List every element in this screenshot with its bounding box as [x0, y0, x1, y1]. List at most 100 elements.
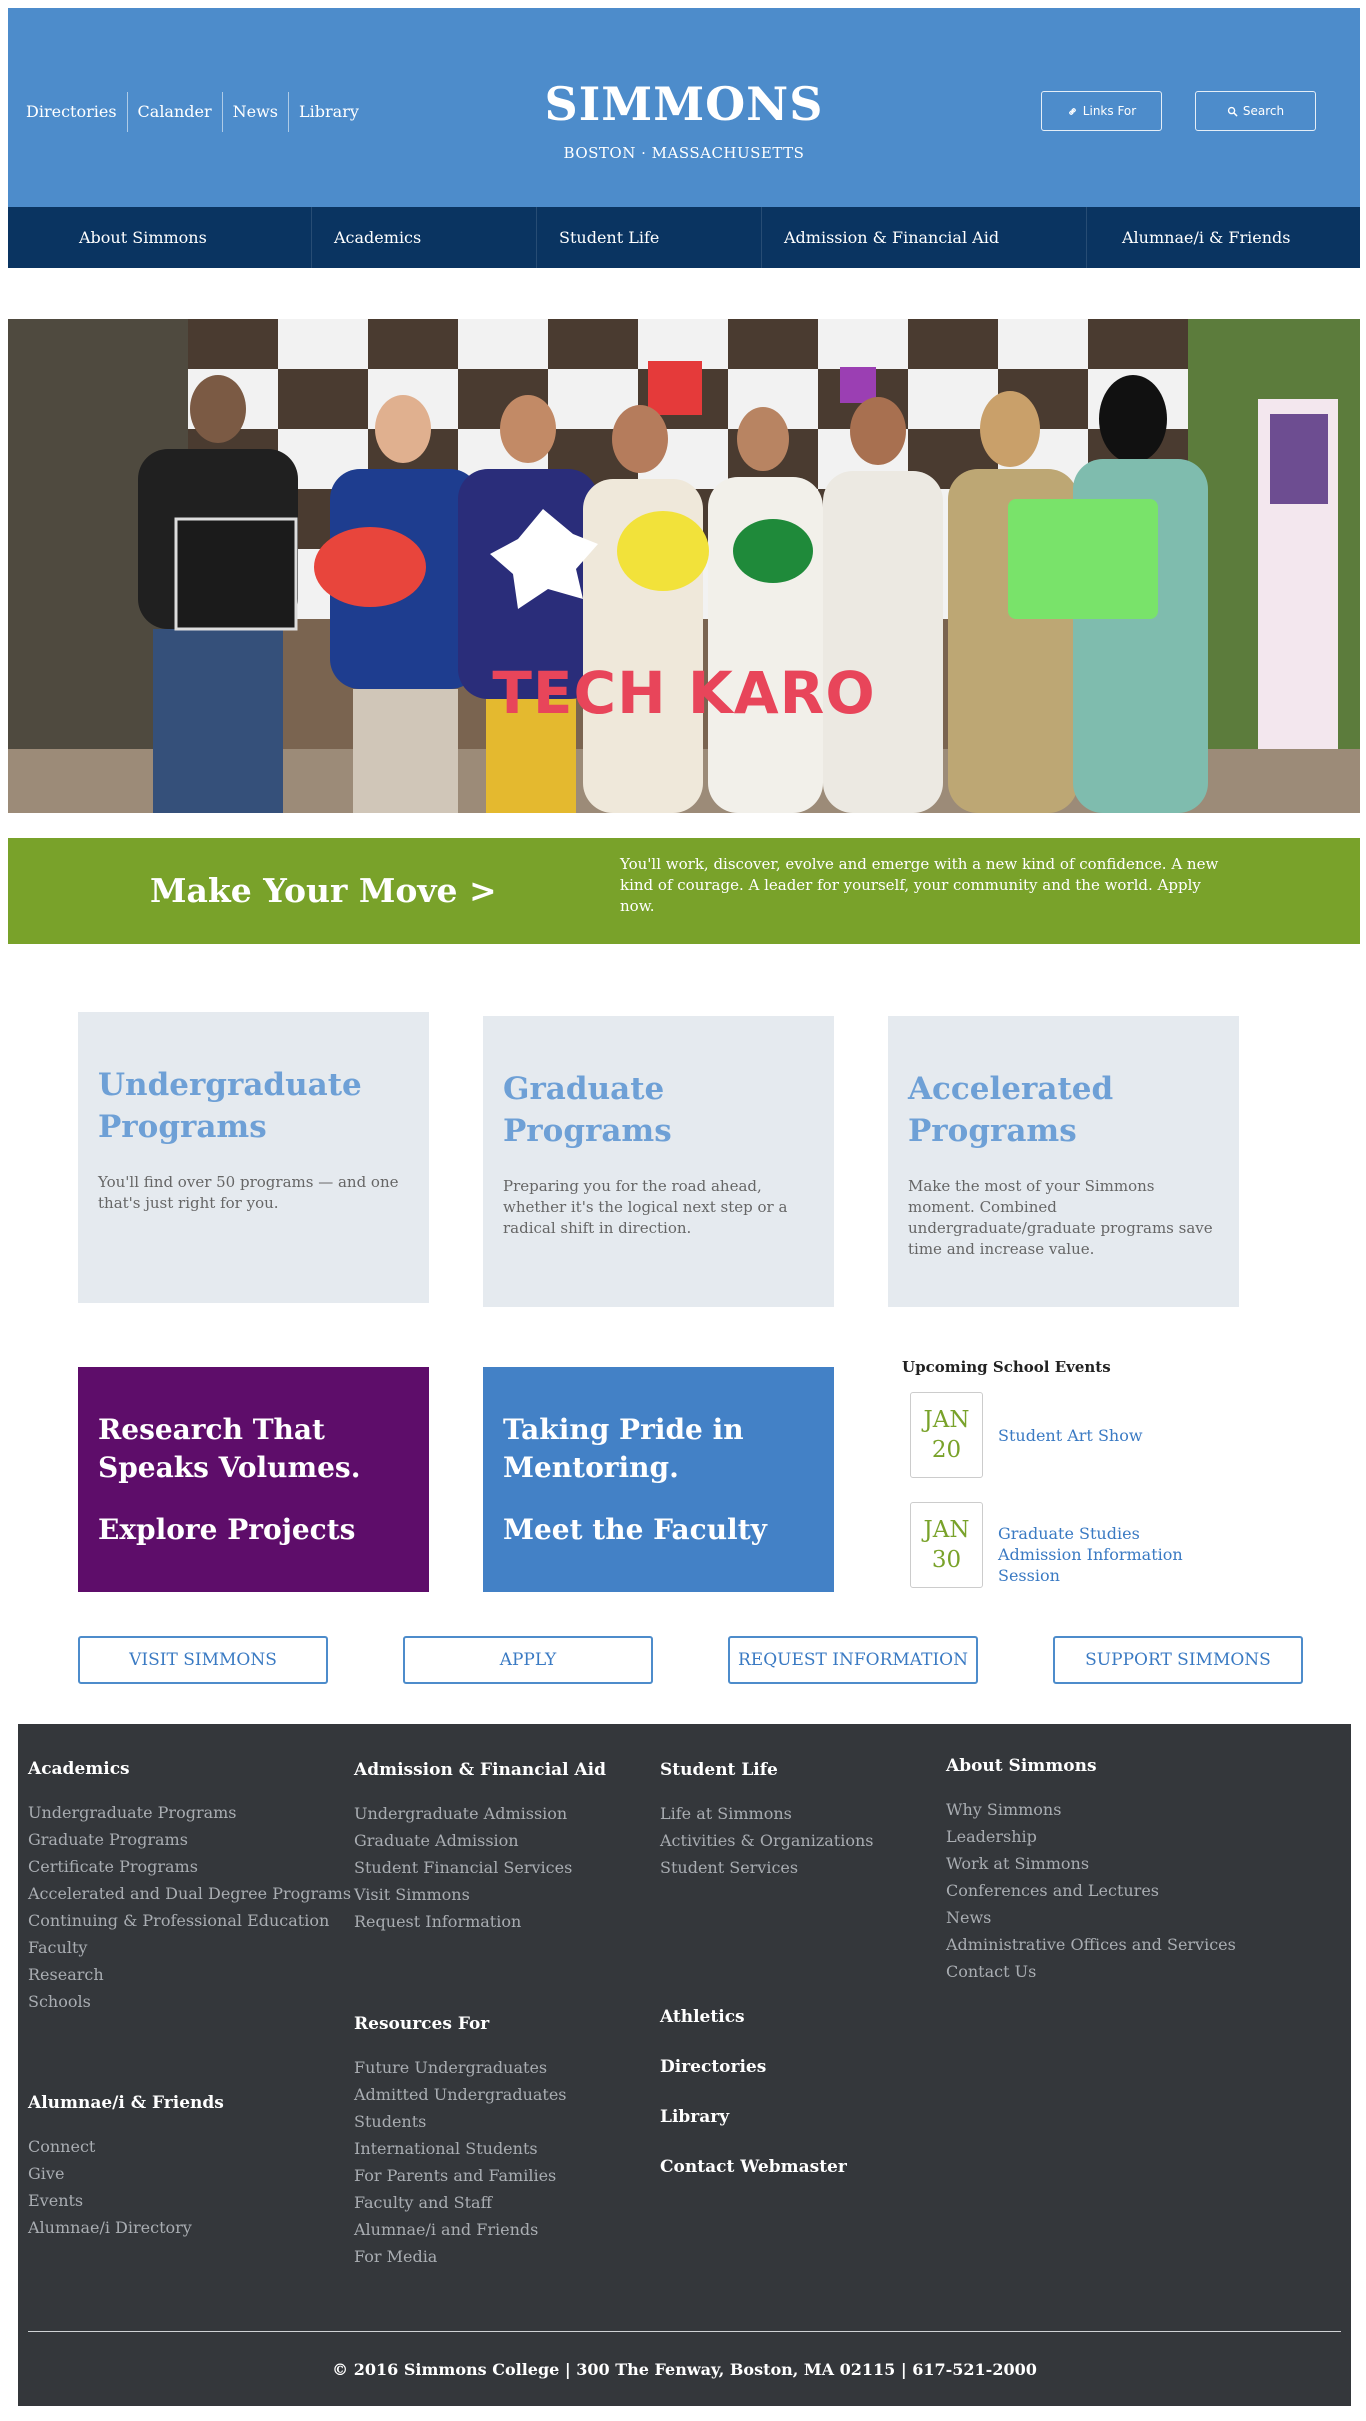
event-title-link[interactable]: Student Art Show	[998, 1425, 1198, 1446]
footer-link[interactable]: Life at Simmons	[660, 1800, 874, 1827]
footer-link[interactable]: News	[946, 1904, 1236, 1931]
event-date: JAN 30	[910, 1502, 983, 1588]
footer-link[interactable]: Research	[28, 1961, 351, 1988]
footer-link[interactable]: Future Undergraduates	[354, 2054, 567, 2081]
footer-heading[interactable]: Student Life	[660, 1758, 874, 1782]
footer-link[interactable]: Faculty	[28, 1934, 351, 1961]
footer-link[interactable]: Accelerated and Dual Degree Programs	[28, 1880, 351, 1907]
nav-item-about[interactable]: About Simmons	[8, 207, 311, 268]
footer-link-directories[interactable]: Directories	[660, 2057, 766, 2077]
program-card-accelerated[interactable]: Accelerated Programs Make the most of yo…	[888, 1016, 1239, 1307]
footer-col-resources: Resources For Future Undergraduates Admi…	[354, 2012, 567, 2270]
footer-link[interactable]: Schools	[28, 1988, 351, 2015]
footer-link[interactable]: Student Financial Services	[354, 1854, 606, 1881]
footer-link[interactable]: International Students	[354, 2135, 567, 2162]
footer-col-admission: Admission & Financial Aid Undergraduate …	[354, 1758, 606, 1935]
explore-projects-link[interactable]: Explore Projects	[98, 1511, 409, 1549]
footer-heading[interactable]: Alumnae/i & Friends	[28, 2091, 224, 2115]
footer-heading: Resources For	[354, 2014, 490, 2034]
footer-copyright: © 2016 Simmons College | 300 The Fenway,…	[332, 2360, 1037, 2379]
main-nav: About Simmons Academics Student Life Adm…	[8, 207, 1360, 268]
search-label: Search	[1242, 104, 1285, 118]
footer-link[interactable]: Contact Us	[946, 1958, 1236, 1985]
program-card-title: Graduate Programs	[503, 1071, 672, 1149]
footer-link[interactable]: Undergraduate Admission	[354, 1800, 606, 1827]
footer-heading[interactable]: Academics	[28, 1757, 351, 1781]
footer-link[interactable]: Visit Simmons	[354, 1881, 606, 1908]
footer-heading[interactable]: Admission & Financial Aid	[354, 1758, 606, 1782]
footer-link[interactable]: Leadership	[946, 1823, 1236, 1850]
nav-item-student-life[interactable]: Student Life	[536, 207, 761, 268]
footer-link[interactable]: Administrative Offices and Services	[946, 1931, 1236, 1958]
nav-item-academics[interactable]: Academics	[311, 207, 536, 268]
link-icon	[1068, 107, 1076, 115]
footer-link[interactable]: Activities & Organizations	[660, 1827, 874, 1854]
footer-link[interactable]: Request Information	[354, 1908, 606, 1935]
footer-heading[interactable]: About Simmons	[946, 1754, 1236, 1778]
footer-col-academics: Academics Undergraduate Programs Graduat…	[28, 1757, 351, 2015]
footer-link[interactable]: Alumnae/i Directory	[28, 2214, 224, 2241]
footer-col-alumni: Alumnae/i & Friends Connect Give Events …	[28, 2091, 224, 2241]
footer-link[interactable]: Graduate Admission	[354, 1827, 606, 1854]
site-header: Directories Calander News Library SIMMON…	[8, 8, 1360, 207]
research-feature[interactable]: Research That Speaks Volumes. Explore Pr…	[78, 1367, 429, 1592]
footer-link[interactable]: Alumnae/i and Friends	[354, 2216, 567, 2243]
footer-link[interactable]: Work at Simmons	[946, 1850, 1236, 1877]
event-item[interactable]: JAN 20 Student Art Show	[910, 1392, 1143, 1478]
footer-link-library[interactable]: Library	[660, 2107, 729, 2127]
footer-divider	[28, 2331, 1341, 2332]
footer-link[interactable]: Connect	[28, 2133, 224, 2160]
program-card-title: Undergraduate Programs	[98, 1067, 362, 1145]
search-button[interactable]: Search	[1195, 91, 1316, 131]
nav-item-alumni[interactable]: Alumnae/i & Friends	[1086, 207, 1360, 268]
site-footer: Academics Undergraduate Programs Graduat…	[18, 1724, 1351, 2406]
footer-link[interactable]: Why Simmons	[946, 1796, 1236, 1823]
footer-link[interactable]: Give	[28, 2160, 224, 2187]
footer-link-athletics[interactable]: Athletics	[660, 2007, 745, 2027]
program-card-text: You'll find over 50 programs — and one t…	[98, 1173, 399, 1212]
cta-title-link[interactable]: Make Your Move >	[150, 838, 497, 944]
footer-link[interactable]: For Parents and Families	[354, 2162, 567, 2189]
visit-simmons-button[interactable]: VISIT SIMMONS	[78, 1636, 328, 1684]
program-card-text: Preparing you for the road ahead, whethe…	[503, 1177, 788, 1237]
research-title: Research That Speaks Volumes.	[98, 1413, 361, 1484]
event-date: JAN 20	[910, 1392, 983, 1478]
footer-link[interactable]: Students	[354, 2108, 567, 2135]
mentoring-feature[interactable]: Taking Pride in Mentoring. Meet the Facu…	[483, 1367, 834, 1592]
footer-link[interactable]: Conferences and Lectures	[946, 1877, 1236, 1904]
footer-col-student-life: Student Life Life at Simmons Activities …	[660, 1758, 874, 1881]
request-information-button[interactable]: REQUEST INFORMATION	[728, 1636, 978, 1684]
mentoring-title: Taking Pride in Mentoring.	[503, 1413, 744, 1484]
footer-link[interactable]: Faculty and Staff	[354, 2189, 567, 2216]
brand-subtitle: BOSTON · MASSACHUSETTS	[563, 144, 805, 162]
event-day: 20	[931, 1437, 962, 1463]
event-month: JAN	[923, 1517, 970, 1543]
program-card-title: Accelerated Programs	[908, 1071, 1114, 1149]
footer-link[interactable]: For Media	[354, 2243, 567, 2270]
support-simmons-button[interactable]: SUPPORT SIMMONS	[1053, 1636, 1303, 1684]
footer-link[interactable]: Continuing & Professional Education	[28, 1907, 351, 1934]
event-day: 30	[931, 1547, 962, 1573]
footer-link[interactable]: Graduate Programs	[28, 1826, 351, 1853]
links-for-button[interactable]: Links For	[1041, 91, 1162, 131]
event-title-link[interactable]: Graduate Studies Admission Information S…	[998, 1523, 1198, 1586]
footer-link-contact-webmaster[interactable]: Contact Webmaster	[660, 2157, 847, 2177]
footer-link[interactable]: Student Services	[660, 1854, 874, 1881]
meet-faculty-link[interactable]: Meet the Faculty	[503, 1511, 814, 1549]
nav-item-admission[interactable]: Admission & Financial Aid	[761, 207, 1086, 268]
apply-button[interactable]: APPLY	[403, 1636, 653, 1684]
program-card-undergraduate[interactable]: Undergraduate Programs You'll find over …	[78, 1012, 429, 1303]
links-for-label: Links For	[1082, 104, 1137, 118]
footer-col-about: About Simmons Why Simmons Leadership Wor…	[946, 1754, 1236, 1985]
event-item[interactable]: JAN 30 Graduate Studies Admission Inform…	[910, 1502, 1183, 1588]
footer-link[interactable]: Undergraduate Programs	[28, 1799, 351, 1826]
hero-image: TECH KARO	[8, 319, 1360, 813]
footer-link[interactable]: Admitted Undergraduates	[354, 2081, 567, 2108]
footer-link[interactable]: Events	[28, 2187, 224, 2214]
hero-caption: TECH KARO	[492, 659, 876, 727]
footer-link[interactable]: Certificate Programs	[28, 1853, 351, 1880]
search-icon	[1227, 106, 1238, 116]
program-card-graduate[interactable]: Graduate Programs Preparing you for the …	[483, 1016, 834, 1307]
program-card-text: Make the most of your Simmons moment. Co…	[908, 1177, 1213, 1258]
event-month: JAN	[923, 1407, 970, 1433]
